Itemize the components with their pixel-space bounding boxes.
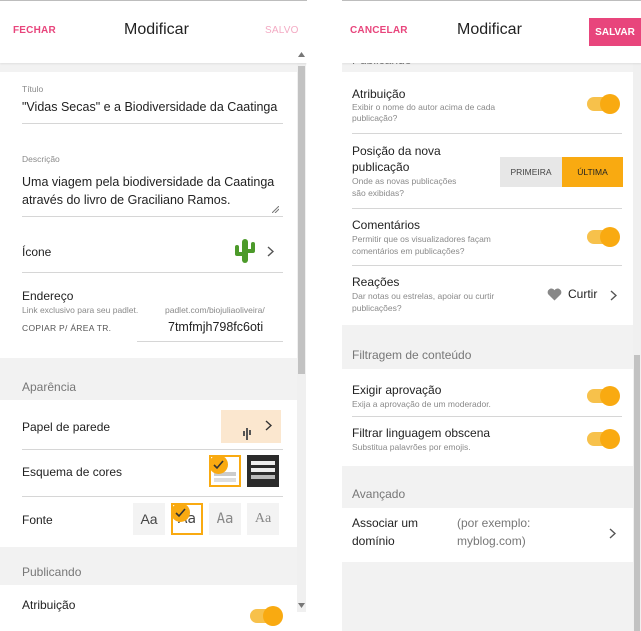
posicao-first-button[interactable]: PRIMEIRA: [500, 157, 562, 187]
color-scheme-light[interactable]: [209, 455, 241, 487]
color-scheme-dark[interactable]: [247, 455, 279, 487]
checkmark-icon: [209, 455, 228, 474]
save-button[interactable]: SALVAR: [589, 18, 641, 46]
dominio-hint-1: (por exemplo:: [457, 516, 531, 530]
close-button[interactable]: FECHAR: [13, 25, 56, 36]
font-option-mono[interactable]: Aa: [209, 503, 241, 535]
endereco-label: Endereço: [22, 289, 74, 303]
chevron-right-icon: [609, 528, 616, 539]
copy-to-clipboard-button[interactable]: COPIAR P/ ÁREA TR.: [22, 323, 111, 333]
atribuicao-desc-1: Exibir o nome do autor acima de cada: [352, 102, 496, 112]
cancel-button[interactable]: CANCELAR: [350, 25, 408, 36]
descricao-label: Descrição: [22, 154, 60, 164]
left-top-bar: FECHAR Modificar SALVO: [0, 0, 307, 63]
aparencia-heading: Aparência: [22, 380, 77, 394]
icone-label: Ícone: [22, 245, 52, 259]
page-title: Modificar: [124, 21, 189, 38]
endereco-prefix: padlet.com/biojuliaoliveira/: [165, 305, 265, 315]
atribuicao-label: Atribuição: [352, 87, 406, 101]
section-spacer: [0, 358, 297, 374]
atribuicao-desc-2: publicação?: [352, 113, 398, 123]
section-spacer: [342, 325, 633, 341]
fonte-label: Fonte: [22, 513, 53, 527]
avancado-heading: Avançado: [352, 487, 406, 501]
cactus-icon: [235, 239, 255, 263]
page-title: Modificar: [457, 21, 522, 38]
publicando-header: Publicando: [0, 559, 297, 585]
endereco-field[interactable]: 7tmfmjh798fc6oti: [168, 320, 263, 334]
dominio-label-1: Associar um: [352, 516, 419, 530]
descricao-line-2[interactable]: através do livro de Graciliano Ramos.: [22, 193, 230, 207]
posicao-label-2: publicação: [352, 160, 410, 174]
atribuicao-toggle[interactable]: [250, 606, 283, 626]
papel-label: Papel de parede: [22, 420, 111, 434]
posicao-last-button[interactable]: ÚLTIMA: [562, 157, 623, 187]
dominio-row[interactable]: Associar um domínio (por exemplo: myblog…: [352, 513, 622, 553]
section-spacer: [0, 62, 297, 72]
dominio-hint-2: myblog.com): [457, 534, 526, 548]
comentarios-desc-1: Permitir que os visualizadores façam: [352, 234, 491, 244]
font-option-serif[interactable]: Aa: [247, 503, 279, 535]
obscena-desc: Substitua palavrões por emojis.: [352, 442, 471, 452]
titulo-label: Título: [22, 84, 44, 94]
saved-status: SALVO: [265, 25, 299, 36]
chevron-right-icon: [265, 420, 272, 431]
atribuicao-toggle[interactable]: [587, 94, 620, 114]
aprovacao-desc: Exija a aprovação de um moderador.: [352, 399, 491, 409]
titulo-field[interactable]: "Vidas Secas" e a Biodiversidade da Caat…: [22, 100, 277, 114]
scroll-down-icon[interactable]: [298, 603, 305, 609]
scrollbar-thumb[interactable]: [634, 355, 640, 631]
comentarios-toggle[interactable]: [587, 227, 620, 247]
filtragem-heading: Filtragem de conteúdo: [352, 348, 472, 362]
aprovacao-toggle[interactable]: [587, 386, 620, 406]
resize-handle-icon[interactable]: [272, 206, 279, 213]
section-spacer: [0, 547, 297, 559]
wallpaper-preview[interactable]: [221, 410, 281, 443]
reacoes-label: Reações: [352, 275, 400, 289]
font-option-selected[interactable]: Aa: [171, 503, 203, 535]
heart-icon: [547, 288, 562, 301]
scrollbar-thumb[interactable]: [298, 66, 305, 374]
obscena-label: Filtrar linguagem obscena: [352, 426, 491, 440]
bottom-spacer: [342, 562, 633, 631]
reacoes-desc-1: Dar notas ou estrelas, apoiar ou curtir: [352, 291, 495, 301]
comentarios-label: Comentários: [352, 218, 421, 232]
atribuicao-label: Atribuição: [22, 598, 76, 612]
aprovacao-label: Exigir aprovação: [352, 383, 442, 397]
chevron-right-icon: [267, 246, 274, 257]
right-top-bar: CANCELAR Modificar SALVAR: [342, 0, 641, 63]
chevron-right-icon: [610, 290, 617, 301]
avancado-header: Avançado: [342, 480, 633, 508]
descricao-line-1[interactable]: Uma viagem pela biodiversidade da Caatin…: [22, 175, 274, 189]
cactus-icon: [243, 428, 251, 440]
reacoes-select[interactable]: Curtir: [547, 286, 625, 304]
aparencia-header: Aparência: [0, 374, 297, 400]
endereco-hint: Link exclusivo para seu padlet.: [22, 305, 139, 315]
right-panel: CANCELAR Modificar SALVAR Publicando Atr…: [342, 0, 641, 631]
posicao-segmented: PRIMEIRA ÚLTIMA: [500, 157, 623, 187]
esquema-label: Esquema de cores: [22, 465, 123, 479]
section-spacer: [342, 466, 633, 480]
dominio-label-2: domínio: [352, 534, 395, 548]
posicao-label-1: Posição da nova: [352, 144, 441, 158]
left-panel: FECHAR Modificar SALVO Título "Vidas Sec…: [0, 0, 307, 631]
reacoes-desc-2: publicações?: [352, 303, 402, 313]
reacoes-value: Curtir: [568, 287, 598, 301]
obscena-toggle[interactable]: [587, 429, 620, 449]
checkmark-icon: [171, 503, 190, 522]
icone-row[interactable]: Ícone: [22, 236, 283, 266]
scroll-up-icon[interactable]: [298, 52, 305, 58]
publicando-heading: Publicando: [22, 565, 82, 579]
filtragem-header: Filtragem de conteúdo: [342, 341, 633, 369]
font-option-sans[interactable]: Aa: [133, 503, 165, 535]
posicao-desc-2: são exibidas?: [352, 188, 404, 198]
posicao-desc-1: Onde as novas publicações: [352, 176, 457, 186]
comentarios-desc-2: comentários em publicações?: [352, 246, 465, 256]
